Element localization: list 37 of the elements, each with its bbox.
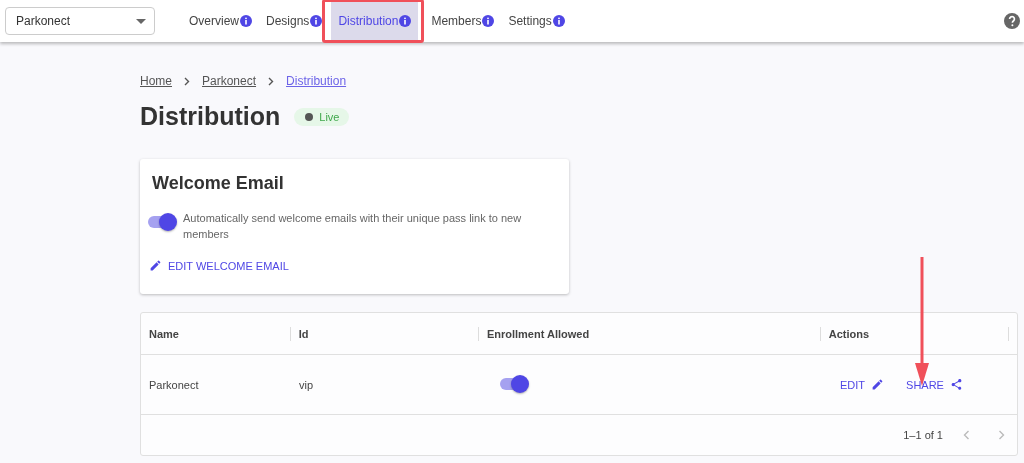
nav-tab[interactable]: Distribution (331, 0, 419, 42)
status-badge: Live (294, 107, 350, 126)
toggle-description: Automatically send welcome emails with their unique pass link to new members (183, 211, 523, 242)
table-cell-text: vip (298, 378, 315, 391)
share-icon (949, 378, 963, 391)
toggle-switch[interactable] (499, 374, 529, 393)
column-header: Id (289, 326, 478, 341)
pagination-label: 1–1 of 1 (903, 429, 943, 441)
column-header: Actions (819, 326, 1008, 341)
nav-tab[interactable]: Members (424, 0, 502, 42)
info-icon (240, 15, 252, 27)
chevron-right-icon (184, 76, 190, 86)
nav-tab[interactable]: Overview (182, 0, 259, 42)
column-header: Name (148, 326, 180, 341)
share-button[interactable]: SHARE (906, 378, 963, 391)
table-cell-text: Parkonect (148, 378, 200, 391)
nav-tab[interactable]: Designs (259, 0, 330, 42)
edit-button[interactable]: EDIT (840, 378, 885, 391)
page-title: Distribution (140, 102, 281, 131)
info-icon (552, 15, 565, 27)
chevron-right-icon (268, 76, 275, 86)
column-header: Enrollment Allowed (477, 326, 820, 341)
app-select[interactable]: Parkonect (5, 7, 155, 35)
help-icon[interactable] (1004, 13, 1020, 29)
breadcrumb-link[interactable]: Home (140, 74, 172, 88)
card-title: Welcome Email (152, 173, 285, 194)
pencil-icon (149, 259, 162, 272)
breadcrumb-link[interactable]: Parkonect (202, 74, 257, 88)
info-icon (399, 15, 412, 27)
toggle-switch[interactable] (147, 213, 177, 231)
edit-welcome-email-button[interactable]: EDIT WELCOME EMAIL (149, 259, 289, 272)
dropdown-caret-icon (136, 18, 146, 24)
nav-tab[interactable]: Settings (501, 0, 572, 42)
info-icon (310, 15, 323, 27)
breadcrumb-link[interactable]: Distribution (286, 74, 347, 88)
info-icon (482, 15, 495, 27)
pencil-icon (871, 378, 885, 391)
